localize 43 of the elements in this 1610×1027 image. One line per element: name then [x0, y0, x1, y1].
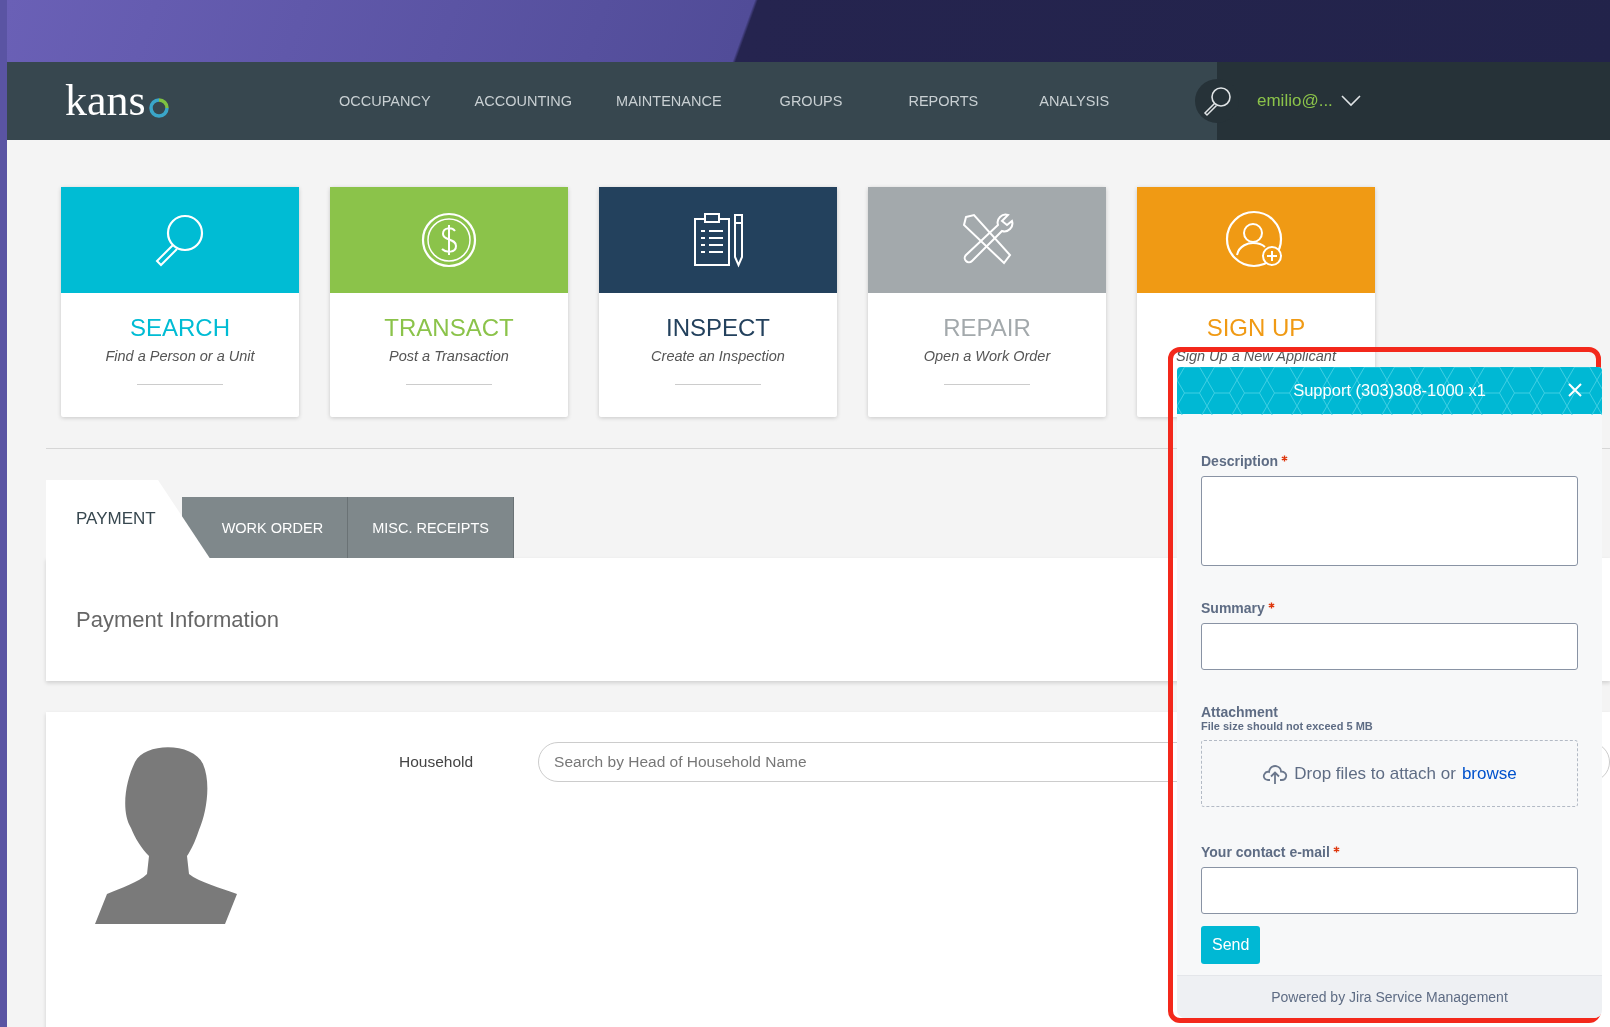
- action-card[interactable]: REPAIR Open a Work Order: [868, 187, 1106, 417]
- tab[interactable]: WORK ORDER: [181, 497, 349, 558]
- action-card[interactable]: TRANSACT Post a Transaction: [330, 187, 568, 417]
- field-label: Your contact e-mail: [1201, 844, 1330, 860]
- field-label: Summary: [1201, 600, 1265, 616]
- card-subtitle: Open a Work Order: [923, 348, 1051, 364]
- chevron-down-icon: [1340, 95, 1361, 107]
- nav-link[interactable]: ACCOUNTING: [474, 93, 573, 109]
- card-subtitle: Create an Inspection: [651, 348, 785, 364]
- card-title: SEARCH: [130, 313, 230, 343]
- logo-text: kans: [65, 79, 146, 123]
- file-drop-zone[interactable]: Drop files to attach or browse: [1201, 740, 1578, 807]
- tab[interactable]: MISC. RECEIPTS: [348, 497, 514, 558]
- action-card[interactable]: INSPECT Create an Inspection: [599, 187, 837, 417]
- drop-text: Drop files to attach or: [1294, 763, 1456, 784]
- action-card[interactable]: SEARCH Find a Person or a Unit: [61, 187, 299, 417]
- card-title: REPAIR: [943, 313, 1031, 343]
- field-label: Household: [399, 753, 474, 771]
- description-field[interactable]: [1201, 476, 1578, 566]
- nav-link[interactable]: REPORTS: [908, 93, 979, 109]
- tab[interactable]: PAYMENT: [46, 480, 210, 558]
- panel-title: Payment Information: [76, 606, 279, 633]
- nav-link[interactable]: GROUPS: [779, 93, 843, 109]
- nav-link[interactable]: OCCUPANCY: [339, 93, 431, 109]
- browse-link[interactable]: browse: [1461, 763, 1517, 784]
- footer-text: Powered by Jira Service Management: [1271, 989, 1508, 1005]
- card-subtitle: Find a Person or a Unit: [105, 348, 255, 364]
- swirl-logo-icon: [147, 97, 170, 119]
- close-button[interactable]: [1568, 383, 1582, 397]
- card-title: SIGN UP: [1206, 313, 1306, 343]
- card-title: INSPECT: [666, 313, 770, 343]
- card-subtitle: Post a Transaction: [389, 348, 509, 364]
- nav-link[interactable]: MAINTENANCE: [616, 93, 722, 109]
- nav-link[interactable]: ANALYSIS: [1039, 93, 1110, 109]
- cloud-upload-icon: [1262, 762, 1289, 785]
- user-menu-button[interactable]: emilio@...: [1257, 91, 1361, 111]
- text-field[interactable]: [1201, 867, 1578, 914]
- text-field[interactable]: [1201, 623, 1578, 670]
- field-hint: File size should not exceed 5 MB: [1201, 720, 1374, 732]
- field-label: Description: [1201, 453, 1278, 469]
- card-title: TRANSACT: [384, 313, 514, 343]
- field-label: Attachment: [1201, 704, 1278, 720]
- close-icon: [1568, 383, 1582, 397]
